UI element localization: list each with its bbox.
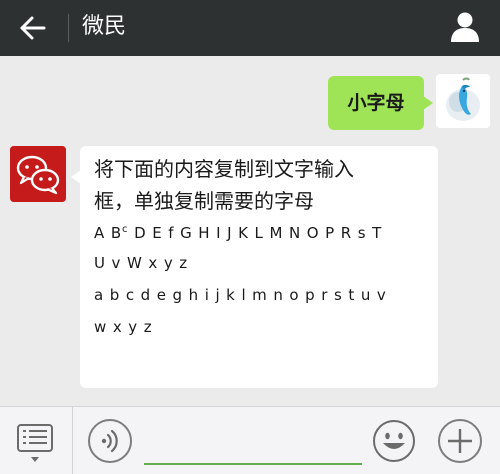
uppercase-letters-line-1: A Bc D E f G H I J K L M N O P R s T: [94, 220, 382, 243]
uppercase-letters-part-b: D E f G H I J K L M N O P R s T: [128, 224, 383, 242]
outgoing-message-bubble[interactable]: 小字母: [328, 76, 433, 130]
message-input[interactable]: [144, 429, 362, 465]
plus-icon: [448, 429, 472, 453]
message-line-1: 将下面的内容复制到文字输入: [94, 157, 354, 181]
contact-avatar[interactable]: [10, 146, 66, 202]
person-icon: [451, 12, 479, 42]
uppercase-letters-part-a: A B: [94, 224, 123, 242]
lowercase-letters-line-2: w x y z: [94, 318, 153, 336]
input-bar: [0, 406, 500, 474]
uppercase-letters-line-2: U v W x y z: [94, 254, 189, 272]
chat-bubbles-logo-icon: [10, 146, 66, 202]
voice-button[interactable]: [88, 419, 132, 463]
profile-button[interactable]: [448, 10, 482, 44]
emoji-icon: [373, 420, 415, 462]
emoji-button[interactable]: [372, 419, 416, 463]
more-button[interactable]: [438, 419, 482, 463]
outgoing-message-text: 小字母: [347, 92, 405, 114]
back-arrow-icon: [20, 16, 46, 40]
voice-icon: [101, 429, 118, 453]
dolphin-apple-avatar-icon: [436, 74, 490, 128]
header-divider: [68, 14, 69, 42]
message-line-2: 框，单独复制需要的字母: [94, 189, 314, 213]
menu-button[interactable]: [10, 417, 60, 467]
menu-list-icon: [17, 424, 53, 462]
lowercase-letters-line-1: a b c d e g h i j k l m n o p r s t u v: [94, 286, 387, 304]
back-button[interactable]: [14, 12, 50, 44]
my-avatar[interactable]: [436, 74, 490, 128]
app-header: 微民: [0, 0, 500, 56]
chat-title: 微民: [82, 14, 127, 39]
incoming-message-bubble[interactable]: 将下面的内容复制到文字输入 框，单独复制需要的字母 A Bc D E f G H…: [71, 146, 438, 388]
input-bar-divider: [72, 407, 73, 474]
